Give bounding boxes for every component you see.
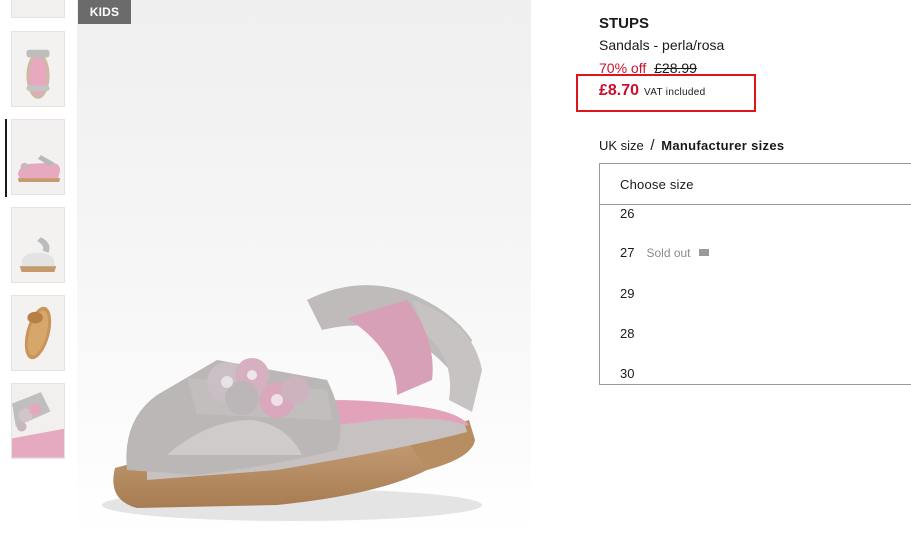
product-name: Sandals - perla/rosa (599, 37, 725, 53)
size-dropdown-header[interactable]: Choose size (600, 164, 911, 205)
size-dropdown[interactable]: Choose size 26 27 Sold out 29 28 30 (599, 163, 911, 385)
main-product-image[interactable] (77, 0, 531, 535)
thumbnail-sandal-closeup-view[interactable] (11, 383, 65, 459)
current-price: £8.70 (599, 82, 640, 99)
uk-size-toggle[interactable]: UK size (599, 138, 644, 153)
size-value: 29 (620, 286, 635, 301)
thumbnail-top-partial[interactable] (11, 0, 65, 18)
vat-note: VAT included (644, 87, 706, 98)
product-page: KIDS STUPS Sandals - perla/rosa 70% off … (0, 0, 911, 535)
product-info-panel: STUPS Sandals - perla/rosa 70% off £28.9… (576, 0, 911, 535)
size-option-26[interactable]: 26 (620, 206, 634, 221)
size-value: 27 (620, 245, 635, 260)
thumbnail-sandal-side-view[interactable] (11, 119, 65, 195)
thumbnail-sandal-top-view[interactable] (11, 31, 65, 107)
thumbnail-rail (0, 0, 72, 535)
size-option-27[interactable]: 27 Sold out (620, 245, 709, 260)
kids-badge: KIDS (78, 0, 131, 24)
size-value: 30 (620, 366, 635, 381)
manufacturer-size-toggle[interactable]: Manufacturer sizes (661, 138, 784, 153)
size-system-label: UK size / Manufacturer sizes (599, 137, 784, 154)
size-option-30[interactable]: 30 (620, 366, 634, 381)
current-price-line: £8.70 VAT included (599, 82, 705, 100)
brand-name[interactable]: STUPS (599, 15, 649, 32)
active-thumbnail-indicator (5, 119, 7, 197)
thumbnail-sandal-inner-view[interactable] (11, 207, 65, 283)
mail-icon[interactable] (698, 249, 709, 257)
size-separator: / (650, 137, 655, 154)
size-value: 28 (620, 326, 635, 341)
size-option-28[interactable]: 28 (620, 326, 634, 341)
sold-out-label: Sold out (646, 246, 691, 260)
thumbnail-sandal-sole-view[interactable] (11, 295, 65, 371)
size-option-29[interactable]: 29 (620, 286, 634, 301)
size-options-list[interactable]: 26 27 Sold out 29 28 30 (600, 205, 911, 385)
size-value: 26 (620, 206, 635, 221)
